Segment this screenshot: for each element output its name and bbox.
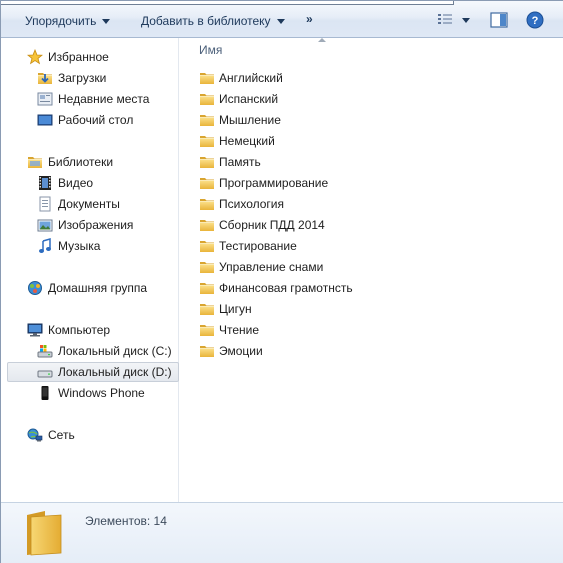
folder-name: Цигун xyxy=(219,302,252,316)
folder-icon xyxy=(199,91,215,107)
folder-name: Эмоции xyxy=(219,344,263,358)
column-header-name[interactable]: Имя xyxy=(199,43,222,57)
folder-name: Финансовая грамотнсть xyxy=(219,281,353,295)
nav-item-label: Музыка xyxy=(58,239,101,253)
folder-icon xyxy=(199,280,215,296)
folder-name: Английский xyxy=(219,71,283,85)
folder-icon xyxy=(199,343,215,359)
nav-item-documents[interactable]: Документы xyxy=(1,194,179,214)
star-icon xyxy=(27,49,43,65)
folder-name: Программирование xyxy=(219,176,329,190)
view-options-icon[interactable] xyxy=(437,13,453,27)
phone-icon xyxy=(41,386,49,400)
nav-item-label: Изображения xyxy=(58,218,134,232)
nav-network[interactable]: Сеть xyxy=(1,425,179,445)
nav-item-label: Windows Phone xyxy=(58,386,145,400)
folder-name: Испанский xyxy=(219,92,279,106)
address-bar-edge xyxy=(1,1,454,5)
folder-icon xyxy=(199,154,215,170)
nav-item-label: Локальный диск (C:) xyxy=(58,344,172,358)
preview-pane-icon[interactable] xyxy=(490,12,508,28)
pictures-icon xyxy=(37,219,53,232)
folder-name: Сборник ПДД 2014 xyxy=(219,218,325,232)
nav-item-recent-places[interactable]: Недавние места xyxy=(1,89,179,109)
folder-name: Память xyxy=(219,155,261,169)
explorer-window: Упорядочить Добавить в библиотеку » ? Из… xyxy=(0,0,563,563)
network-icon xyxy=(27,428,43,442)
nav-favorites-label: Избранное xyxy=(48,50,109,64)
music-icon xyxy=(39,238,51,253)
details-pane: Элементов: 14 xyxy=(1,502,563,563)
nav-network-label: Сеть xyxy=(48,428,75,442)
organize-button[interactable]: Упорядочить xyxy=(25,12,111,30)
folder-icon xyxy=(199,70,215,86)
downloads-icon xyxy=(37,70,53,86)
sort-ascending-icon xyxy=(318,38,326,42)
nav-item-label: Видео xyxy=(58,176,94,190)
svg-text:?: ? xyxy=(532,15,539,27)
documents-icon xyxy=(39,196,51,212)
folder-icon xyxy=(199,196,215,212)
nav-homegroup[interactable]: Домашняя группа xyxy=(1,278,179,298)
system-drive-icon xyxy=(37,345,53,358)
computer-icon xyxy=(27,323,43,337)
command-bar: Упорядочить Добавить в библиотеку » ? xyxy=(1,1,563,38)
libraries-icon xyxy=(27,154,43,170)
folder-icon xyxy=(199,322,215,338)
add-to-library-label: Добавить в библиотеку xyxy=(141,14,271,28)
view-dropdown-icon[interactable] xyxy=(462,18,470,23)
nav-item-drive-c[interactable]: Локальный диск (C:) xyxy=(1,341,179,361)
nav-libraries-label: Библиотеки xyxy=(48,155,114,169)
navigation-pane: Избранное Загрузки Недавние места Рабочи… xyxy=(1,38,179,502)
nav-item-pictures[interactable]: Изображения xyxy=(1,215,179,235)
folder-icon xyxy=(199,112,215,128)
nav-item-label: Рабочий стол xyxy=(58,113,134,127)
folder-icon xyxy=(199,259,215,275)
video-icon xyxy=(39,176,51,190)
folder-name: Тестирование xyxy=(219,239,297,253)
nav-libraries[interactable]: Библиотеки xyxy=(1,152,179,172)
homegroup-icon xyxy=(28,281,42,295)
folder-name: Мышление xyxy=(219,113,281,127)
folder-icon xyxy=(199,301,215,317)
nav-item-label: Документы xyxy=(58,197,120,211)
nav-item-windows-phone[interactable]: Windows Phone xyxy=(1,383,179,403)
nav-computer[interactable]: Компьютер xyxy=(1,320,179,340)
more-commands-button[interactable]: » xyxy=(306,12,313,26)
nav-item-label: Недавние места xyxy=(58,92,150,106)
chevron-down-icon xyxy=(276,19,285,25)
folder-icon xyxy=(199,238,215,254)
recent-places-icon xyxy=(37,92,53,106)
folder-icon xyxy=(199,175,215,191)
add-to-library-button[interactable]: Добавить в библиотеку xyxy=(141,12,285,30)
nav-item-drive-d[interactable]: Локальный диск (D:) xyxy=(1,362,179,382)
folder-icon xyxy=(27,511,62,556)
nav-item-downloads[interactable]: Загрузки xyxy=(1,68,179,88)
nav-favorites[interactable]: Избранное xyxy=(1,47,179,67)
folder-name: Управление снами xyxy=(219,260,324,274)
chevron-down-icon xyxy=(102,19,111,25)
file-list: Имя Английский Испанский Мышление Немецк… xyxy=(180,38,563,502)
nav-item-label: Локальный диск (D:) xyxy=(58,365,172,379)
folder-icon xyxy=(199,217,215,233)
nav-homegroup-label: Домашняя группа xyxy=(48,281,148,295)
folder-name: Немецкий xyxy=(219,134,275,148)
folder-icon xyxy=(199,133,215,149)
desktop-icon xyxy=(37,114,53,126)
help-icon[interactable]: ? xyxy=(526,11,544,29)
nav-item-desktop[interactable]: Рабочий стол xyxy=(1,110,179,130)
folder-name: Психология xyxy=(219,197,284,211)
folder-name: Чтение xyxy=(219,323,260,337)
organize-label: Упорядочить xyxy=(25,14,97,28)
nav-item-music[interactable]: Музыка xyxy=(1,236,179,256)
item-count: Элементов: 14 xyxy=(85,514,167,528)
drive-icon xyxy=(37,370,53,378)
nav-item-video[interactable]: Видео xyxy=(1,173,179,193)
nav-item-label: Загрузки xyxy=(58,71,107,85)
nav-computer-label: Компьютер xyxy=(48,323,111,337)
